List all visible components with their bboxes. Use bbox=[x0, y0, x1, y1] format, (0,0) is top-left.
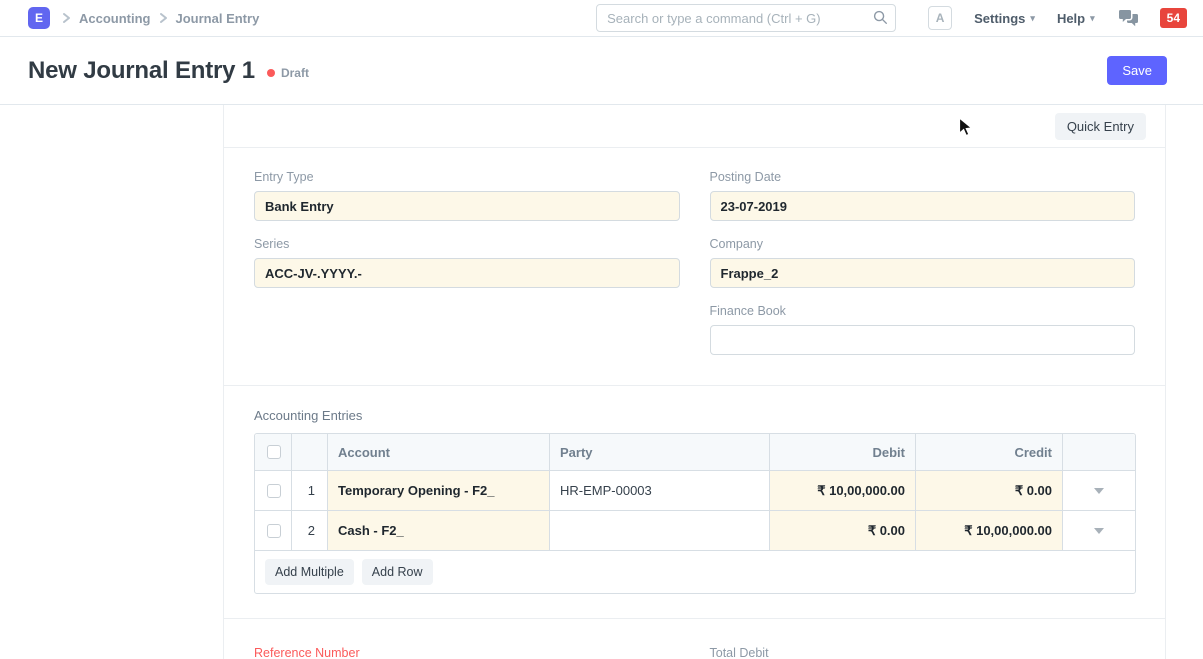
table-row: 2 Cash - F2_ ₹ 0.00 ₹ 10,00,000.00 bbox=[255, 510, 1135, 550]
series-label: Series bbox=[254, 237, 680, 251]
posting-date-field: Posting Date bbox=[710, 170, 1136, 221]
breadcrumb-item-journal-entry[interactable]: Journal Entry bbox=[176, 11, 260, 26]
page-head: New Journal Entry 1 Draft Save bbox=[0, 37, 1203, 105]
party-cell[interactable] bbox=[550, 511, 770, 550]
save-button[interactable]: Save bbox=[1107, 56, 1167, 85]
grid-header-row: Account Party Debit Credit bbox=[255, 434, 1135, 470]
company-label: Company bbox=[710, 237, 1136, 251]
chat-icon[interactable] bbox=[1119, 10, 1138, 27]
settings-menu[interactable]: Settings ▾ bbox=[974, 11, 1035, 26]
settings-label: Settings bbox=[974, 11, 1025, 26]
page-title: New Journal Entry 1 bbox=[28, 57, 255, 85]
finance-book-input[interactable] bbox=[710, 325, 1136, 355]
global-search bbox=[596, 4, 896, 32]
fields-column-right: Posting Date Company Finance Book bbox=[710, 170, 1136, 371]
accounting-entries-section: Accounting Entries Account Party Debit C… bbox=[224, 386, 1165, 619]
form-toolbar: Quick Entry bbox=[224, 105, 1165, 148]
row-expand-caret-icon[interactable] bbox=[1094, 488, 1104, 494]
debit-cell[interactable]: ₹ 0.00 bbox=[770, 511, 916, 550]
navbar: E Accounting Journal Entry A Settings ▾ … bbox=[0, 0, 1203, 37]
entry-type-field: Entry Type bbox=[254, 170, 680, 221]
series-input[interactable] bbox=[254, 258, 680, 288]
chevron-right-icon bbox=[62, 12, 71, 24]
grid-header-check-cell bbox=[255, 434, 292, 470]
party-cell[interactable]: HR-EMP-00003 bbox=[550, 471, 770, 510]
search-icon bbox=[873, 10, 888, 30]
navbar-right: A Settings ▾ Help ▾ 54 bbox=[896, 6, 1187, 30]
credit-cell[interactable]: ₹ 10,00,000.00 bbox=[916, 511, 1063, 550]
row-index: 1 bbox=[292, 471, 328, 510]
form-layout: Quick Entry Entry Type Series Posting Da… bbox=[223, 105, 1166, 659]
grid-footer: Add Multiple Add Row bbox=[255, 550, 1135, 593]
posting-date-label: Posting Date bbox=[710, 170, 1136, 184]
row-checkbox[interactable] bbox=[267, 524, 281, 538]
row-checkbox[interactable] bbox=[267, 484, 281, 498]
fields-column-left: Entry Type Series bbox=[254, 170, 680, 371]
account-cell[interactable]: Temporary Opening - F2_ bbox=[328, 471, 550, 510]
quick-entry-button[interactable]: Quick Entry bbox=[1055, 113, 1146, 140]
avatar-letter: A bbox=[936, 11, 945, 25]
grid-label: Accounting Entries bbox=[254, 408, 1135, 423]
account-cell[interactable]: Cash - F2_ bbox=[328, 511, 550, 550]
entry-type-label: Entry Type bbox=[254, 170, 680, 184]
series-field: Series bbox=[254, 237, 680, 288]
grid-header-index-cell bbox=[292, 434, 328, 470]
status-indicator: Draft bbox=[267, 66, 309, 80]
accounting-entries-grid: Account Party Debit Credit 1 Temporary O… bbox=[254, 433, 1136, 594]
debit-cell[interactable]: ₹ 10,00,000.00 bbox=[770, 471, 916, 510]
finance-book-label: Finance Book bbox=[710, 304, 1136, 318]
company-field: Company bbox=[710, 237, 1136, 288]
reference-section: Reference Number Total Debit bbox=[224, 619, 1165, 659]
table-row: 1 Temporary Opening - F2_ HR-EMP-00003 ₹… bbox=[255, 470, 1135, 510]
entry-type-input[interactable] bbox=[254, 191, 680, 221]
add-row-button[interactable]: Add Row bbox=[362, 559, 433, 585]
row-actions-cell bbox=[1063, 471, 1135, 510]
chevron-down-icon: ▾ bbox=[1090, 13, 1095, 24]
posting-date-input[interactable] bbox=[710, 191, 1136, 221]
breadcrumb-item-accounting[interactable]: Accounting bbox=[79, 11, 151, 26]
row-actions-cell bbox=[1063, 511, 1135, 550]
grid-header-debit: Debit bbox=[770, 434, 916, 470]
row-expand-caret-icon[interactable] bbox=[1094, 528, 1104, 534]
help-label: Help bbox=[1057, 11, 1085, 26]
app-logo[interactable]: E bbox=[28, 7, 50, 29]
grid-header-credit: Credit bbox=[916, 434, 1063, 470]
chevron-right-icon bbox=[159, 12, 168, 24]
credit-cell[interactable]: ₹ 0.00 bbox=[916, 471, 1063, 510]
add-multiple-button[interactable]: Add Multiple bbox=[265, 559, 354, 585]
grid-header-actions-cell bbox=[1063, 434, 1135, 470]
user-avatar[interactable]: A bbox=[928, 6, 952, 30]
status-badge: Draft bbox=[281, 66, 309, 80]
notifications-badge[interactable]: 54 bbox=[1160, 8, 1187, 28]
grid-header-account: Account bbox=[328, 434, 550, 470]
help-menu[interactable]: Help ▾ bbox=[1057, 11, 1095, 26]
row-check-cell bbox=[255, 511, 292, 550]
details-section: Entry Type Series Posting Date Company F… bbox=[224, 148, 1165, 386]
finance-book-field: Finance Book bbox=[710, 304, 1136, 355]
chevron-down-icon: ▾ bbox=[1030, 13, 1035, 24]
status-dot-icon bbox=[267, 69, 275, 77]
row-index: 2 bbox=[292, 511, 328, 550]
grid-header-party: Party bbox=[550, 434, 770, 470]
search-input[interactable] bbox=[596, 4, 896, 32]
app-logo-letter: E bbox=[35, 11, 43, 25]
company-input[interactable] bbox=[710, 258, 1136, 288]
row-check-cell bbox=[255, 471, 292, 510]
select-all-checkbox[interactable] bbox=[267, 445, 281, 459]
reference-number-label: Reference Number bbox=[254, 646, 680, 659]
total-debit-label: Total Debit bbox=[710, 646, 1136, 659]
